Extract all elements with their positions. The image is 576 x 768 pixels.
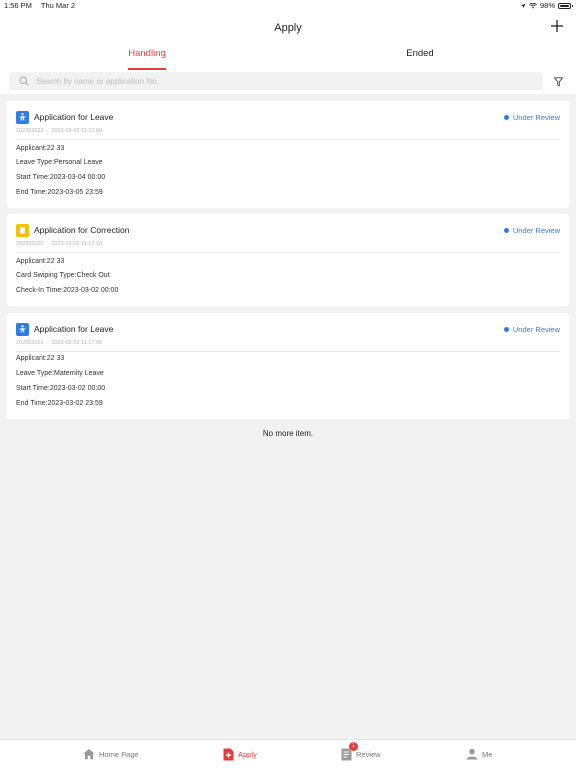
status-badge: Under Review — [503, 325, 560, 334]
wifi-icon — [529, 2, 537, 8]
battery-percent: 98% — [539, 1, 555, 10]
tab-handling[interactable]: Handling — [87, 48, 207, 70]
search-icon — [19, 76, 29, 86]
nav-label: Review — [356, 750, 381, 759]
card-field: End Time:2023-03-02 23:59 — [16, 400, 103, 407]
nav-me[interactable]: Me — [466, 748, 492, 760]
search-row — [0, 70, 576, 94]
leave-icon — [16, 111, 29, 124]
application-number: 202303022 — [16, 241, 44, 247]
card-meta: 202303022 · 2023-03-02 11:17:13 — [16, 241, 103, 247]
card-field: Start Time:2023-03-04 00:00 — [16, 174, 106, 181]
user-icon — [466, 748, 478, 760]
application-number: 202303021 — [16, 340, 44, 346]
application-card[interactable]: Application for Leave Under Review 20230… — [7, 101, 569, 208]
search-input[interactable] — [36, 72, 526, 90]
status-dot — [503, 115, 509, 120]
card-title: Application for Leave — [34, 112, 114, 122]
status-bar: 1:56 PM Thu Mar 2 98% — [0, 0, 576, 12]
header: Apply Handling Ended — [0, 12, 576, 70]
add-icon[interactable] — [550, 19, 564, 33]
divider — [16, 139, 560, 140]
card-field: Leave Type:Personal Leave — [16, 159, 103, 166]
status-dot — [503, 228, 509, 233]
card-field: End Time:2023-03-05 23:59 — [16, 189, 103, 196]
status-badge: Under Review — [503, 113, 560, 122]
application-card[interactable]: Application for Leave Under Review 20230… — [7, 313, 569, 419]
battery-icon — [558, 2, 573, 9]
tab-bar: Handling Ended — [0, 48, 576, 70]
divider — [16, 252, 560, 253]
nav-label: Me — [482, 749, 493, 759]
application-number: 202303023 — [16, 128, 44, 134]
status-badge: Under Review — [503, 226, 560, 235]
nav-label: Apply — [238, 750, 257, 759]
home-icon — [83, 748, 95, 760]
nav-label: Home Page — [99, 749, 139, 759]
search-box — [9, 72, 543, 90]
card-field: Applicant:22 33 — [16, 355, 65, 362]
application-time: 2023-03-02 11:17:05 — [51, 340, 103, 346]
divider — [16, 351, 560, 352]
nav-review[interactable]: 1 Review — [341, 742, 381, 761]
application-card[interactable]: Application for Correction Under Review … — [7, 214, 569, 306]
nav-apply[interactable]: Apply — [223, 748, 257, 761]
filter-icon[interactable] — [554, 77, 563, 87]
leave-icon — [16, 323, 29, 336]
review-badge: 1 — [349, 742, 358, 751]
card-field: Check-In Time:2023-03-02 00:00 — [16, 287, 119, 294]
application-time: 2023-03-02 11:23:00 — [51, 128, 103, 134]
card-field: Applicant:22 33 — [16, 145, 65, 152]
status-date: Thu Mar 2 — [40, 1, 76, 10]
application-time: 2023-03-02 11:17:13 — [51, 241, 103, 247]
card-field: Applicant:22 33 — [16, 258, 65, 265]
list-end-message: No more item. — [262, 429, 314, 438]
nav-home[interactable]: Home Page — [83, 748, 139, 760]
tab-ended[interactable]: Ended — [360, 48, 480, 70]
card-field: Leave Type:Maternity Leave — [16, 370, 104, 377]
bottom-nav: Home Page Apply 1 Review Me — [0, 739, 576, 768]
card-title: Application for Leave — [34, 324, 114, 334]
card-meta: 202303023 · 2023-03-02 11:23:00 — [16, 128, 103, 134]
card-field: Start Time:2023-03-02 00:00 — [16, 385, 106, 392]
page-title: Apply — [274, 22, 302, 34]
status-dot — [503, 327, 509, 332]
correction-icon — [16, 224, 29, 237]
card-meta: 202303021 · 2023-03-02 11:17:05 — [16, 340, 103, 346]
location-icon — [520, 3, 526, 8]
status-time: 1:56 PM — [4, 1, 32, 10]
apply-icon — [223, 748, 234, 761]
card-field: Card Swiping Type:Check Out — [16, 272, 110, 279]
card-title: Application for Correction — [34, 225, 130, 235]
